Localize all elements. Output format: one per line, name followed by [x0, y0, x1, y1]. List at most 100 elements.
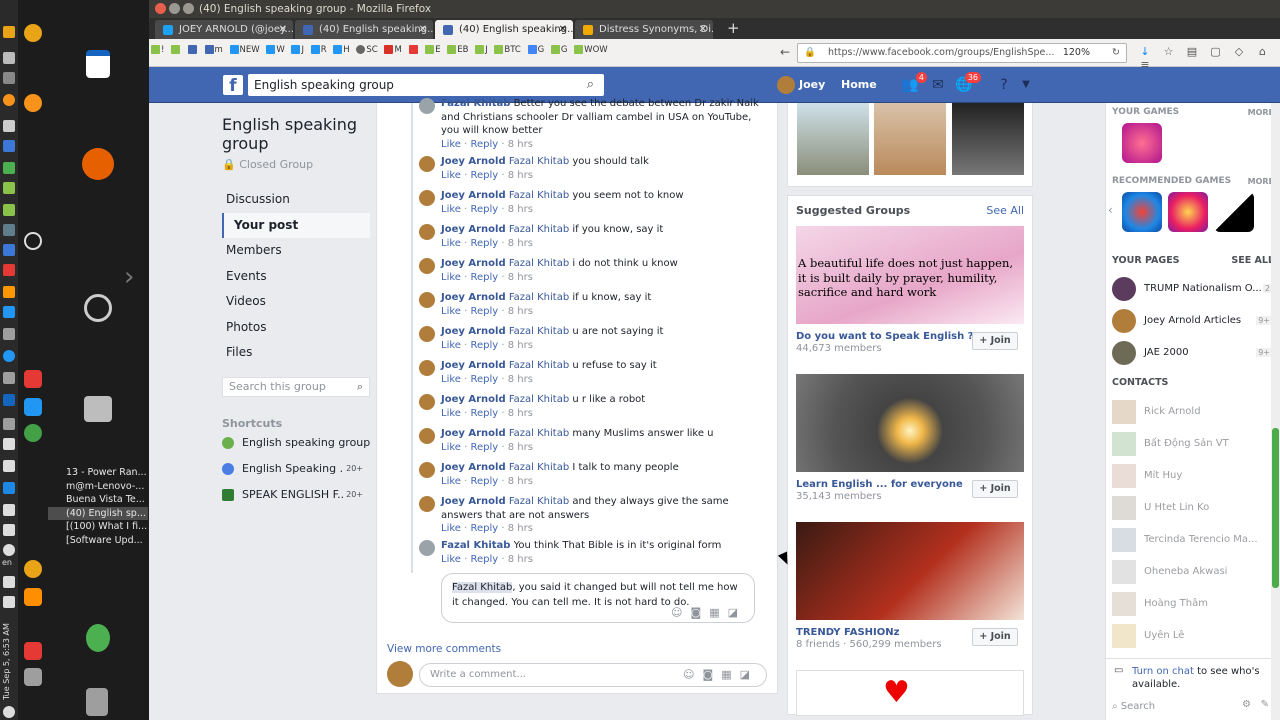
comment-mention[interactable]: Fazal Khitab	[509, 428, 569, 439]
contact-item[interactable]: Bất Động Sản VT	[1112, 429, 1272, 459]
bookmark[interactable]: J	[291, 45, 304, 55]
avatar[interactable]	[419, 540, 435, 556]
comment-time[interactable]: 8 hrs	[508, 272, 533, 283]
comment-time[interactable]: 8 hrs	[508, 204, 533, 215]
browser-tab[interactable]: (40) English speaking... ✕	[295, 20, 433, 39]
reply-link[interactable]: Reply	[470, 139, 498, 150]
reply-link[interactable]: Reply	[470, 408, 498, 419]
nav-members[interactable]: Members	[222, 238, 370, 264]
app-icon[interactable]	[3, 328, 15, 340]
firefox-icon[interactable]	[82, 148, 114, 180]
screenshot-icon[interactable]: ▢	[1210, 46, 1222, 58]
vlc-icon[interactable]	[24, 588, 42, 606]
app-icon[interactable]	[3, 244, 15, 256]
ubuntu-icon[interactable]	[84, 294, 112, 322]
game-icon[interactable]	[1122, 192, 1162, 232]
window-list-item[interactable]: 13 - Power Ran...	[48, 466, 148, 480]
window-list-item[interactable]: m@m-Lenovo-...	[48, 480, 148, 494]
comment-author[interactable]: Joey Arnold	[441, 292, 506, 303]
scrollbar-thumb[interactable]	[1272, 428, 1279, 588]
app-icon[interactable]	[3, 418, 15, 430]
gif-icon[interactable]: ▦	[709, 606, 727, 619]
contact-item[interactable]: Uyên Lê	[1112, 621, 1272, 651]
bookmark[interactable]: WOW	[574, 45, 608, 55]
bookmark[interactable]: G	[527, 45, 544, 55]
home-link[interactable]: Home	[841, 75, 877, 95]
photo-thumbnail[interactable]	[874, 103, 946, 175]
minimize-window-icon[interactable]	[169, 3, 180, 14]
comment-time[interactable]: 8 hrs	[508, 340, 533, 351]
browser-tab-active[interactable]: (40) English speaking... ✕	[435, 20, 573, 39]
window-list-item-active[interactable]: (40) English sp...	[48, 506, 148, 520]
shortcut-item[interactable]: English Speaking ... 20+	[222, 456, 370, 482]
comment-mention[interactable]: Fazal Khitab	[509, 496, 569, 507]
page-item[interactable]: JAE 2000 9+	[1112, 339, 1272, 367]
contact-item[interactable]: Oheneba Akwasi	[1112, 557, 1272, 587]
window-list-item[interactable]: [Software Upd...	[48, 534, 148, 548]
comment-time[interactable]: 8 hrs	[508, 476, 533, 487]
see-all-pages-link[interactable]: SEE ALL	[1231, 255, 1274, 266]
home-icon[interactable]: ⌂	[1257, 46, 1269, 58]
app-icon[interactable]	[3, 162, 15, 174]
join-button[interactable]: + Join	[972, 480, 1018, 498]
contact-item[interactable]: Tercinda Terencio Ma...	[1112, 525, 1272, 555]
camera-icon[interactable]: ◙	[691, 606, 710, 619]
avatar[interactable]	[419, 292, 435, 308]
bookmark[interactable]: M	[384, 45, 402, 55]
contact-item[interactable]: U Htet Lin Ko	[1112, 493, 1272, 523]
app-icon[interactable]	[3, 52, 15, 64]
library-icon[interactable]: ▤	[1186, 46, 1198, 58]
bookmark[interactable]: NEW	[229, 45, 260, 55]
comment-author[interactable]: Joey Arnold	[441, 428, 506, 439]
comment-author[interactable]: Fazal Khitab	[441, 98, 510, 109]
page-item[interactable]: Joey Arnold Articles 9+	[1112, 307, 1272, 335]
clock[interactable]: Tue Sep 5, 6:53 AM	[2, 620, 16, 700]
back-arrow-icon[interactable]: ←	[780, 45, 790, 59]
reply-link[interactable]: Reply	[470, 170, 498, 181]
avatar[interactable]	[419, 98, 435, 114]
photo-thumbnail[interactable]	[797, 103, 869, 175]
join-button[interactable]: + Join	[972, 628, 1018, 646]
app-icon[interactable]	[3, 372, 15, 384]
group-cover-image[interactable]	[796, 522, 1024, 620]
shield-icon[interactable]	[3, 524, 15, 536]
comment-mention[interactable]: Fazal Khitab	[509, 190, 569, 201]
app-icon[interactable]	[3, 482, 15, 494]
archive-icon[interactable]	[84, 396, 112, 422]
comment-author[interactable]: Joey Arnold	[441, 190, 506, 201]
avatar[interactable]	[419, 190, 435, 206]
reply-link[interactable]: Reply	[470, 238, 498, 249]
comment-time[interactable]: 8 hrs	[508, 442, 533, 453]
volume-icon[interactable]	[3, 576, 15, 588]
reply-link[interactable]: Reply	[470, 442, 498, 453]
comment-mention[interactable]: Fazal Khitab	[509, 292, 569, 303]
app-icon[interactable]	[3, 460, 15, 472]
gif-icon[interactable]: ▦	[721, 668, 739, 681]
url-bar[interactable]: 🔒 https://www.facebook.com/groups/Englis…	[797, 43, 1127, 63]
comment-author[interactable]: Joey Arnold	[441, 326, 506, 337]
like-link[interactable]: Like	[441, 272, 461, 283]
keyboard-language[interactable]: en	[2, 558, 12, 567]
app-icon[interactable]	[3, 438, 15, 450]
bookmark[interactable]: EB	[447, 45, 468, 55]
app-icon[interactable]	[3, 204, 15, 216]
facebook-logo-icon[interactable]: f	[223, 75, 243, 96]
comment-mention[interactable]: Fazal Khitab	[509, 394, 569, 405]
nav-discussion[interactable]: Discussion	[222, 187, 370, 213]
app-icon[interactable]	[3, 306, 15, 318]
bluetooth-icon[interactable]	[3, 504, 15, 516]
comment-time[interactable]: 8 hrs	[508, 306, 533, 317]
comment-time[interactable]: 8 hrs	[508, 139, 533, 150]
contact-item[interactable]: Mít Huy	[1112, 461, 1272, 491]
avatar[interactable]	[419, 156, 435, 172]
comment-time[interactable]: 8 hrs	[508, 374, 533, 385]
app-icon[interactable]	[3, 350, 15, 362]
zoom-level[interactable]: 120%	[1063, 44, 1090, 62]
game-icon[interactable]	[1214, 192, 1254, 232]
comment-mention[interactable]: Fazal Khitab	[509, 224, 569, 235]
download-icon[interactable]: ↓	[1139, 46, 1151, 58]
maximize-window-icon[interactable]	[183, 3, 194, 14]
chevron-right-icon[interactable]: ›	[124, 262, 134, 292]
search-icon[interactable]: ⌕	[357, 378, 363, 396]
like-link[interactable]: Like	[441, 170, 461, 181]
